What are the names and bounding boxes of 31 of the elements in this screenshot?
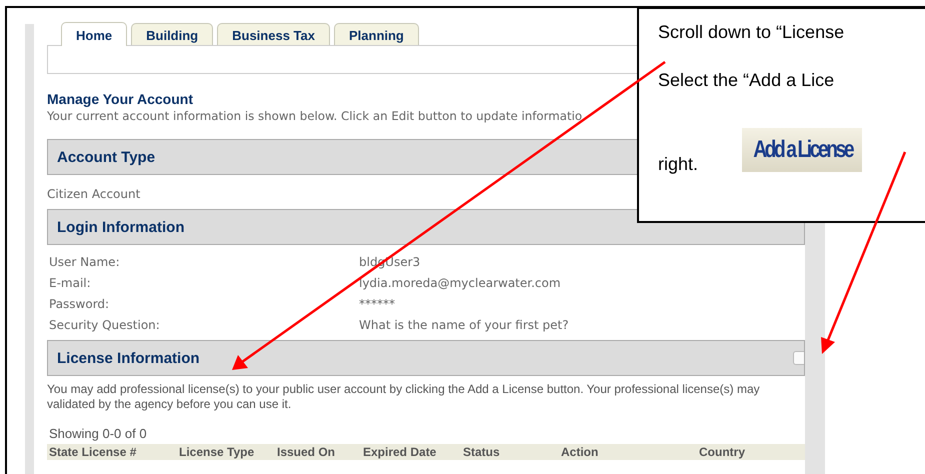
callout-text: Select the “Add a Lice (658, 70, 834, 91)
result-count: Showing 0-0 of 0 (48, 426, 148, 441)
license-description: You may add professional license(s) to your public user account by clicking the Add a License button. Your professional license(s) may validated by the agency before you can use it. (47, 382, 761, 412)
add-license-button-image: Add a License (742, 128, 862, 172)
tab[interactable]: Home (61, 22, 128, 46)
tab[interactable]: Building (131, 23, 214, 45)
tab[interactable]: Business Tax (217, 23, 330, 45)
header-button[interactable] (793, 351, 804, 365)
page-title: Manage Your Account (47, 91, 194, 107)
tab[interactable]: Planning (334, 23, 419, 45)
column-header: Issued On (276, 445, 336, 459)
field-label: User Name: (49, 254, 121, 271)
field-label: E-mail: (49, 275, 92, 292)
callout-text: right. (658, 154, 698, 175)
page-description: Your current account information is shown below. Click an Edit button to update informatio (47, 109, 584, 123)
column-header: Status (462, 445, 501, 459)
callout-text: Scroll down to “License (658, 22, 844, 43)
column-header: Country (698, 445, 746, 459)
column-header: License Type (178, 445, 256, 459)
field-value: lydia.moreda@myclearwater.com (359, 275, 562, 292)
column-header: State License # (48, 445, 138, 459)
field-label: Security Question: (49, 317, 161, 334)
field-value: What is the name of your first pet? (359, 317, 570, 334)
field-value: ****** (359, 296, 396, 313)
section-title: Account Type (57, 148, 156, 166)
account-type-value: Citizen Account (47, 187, 142, 201)
section-title: License Information (57, 350, 200, 366)
section-title: Login Information (57, 218, 184, 236)
column-header: Action (560, 445, 600, 459)
column-header: Expired Date (362, 445, 438, 459)
field-label: Password: (49, 296, 110, 313)
